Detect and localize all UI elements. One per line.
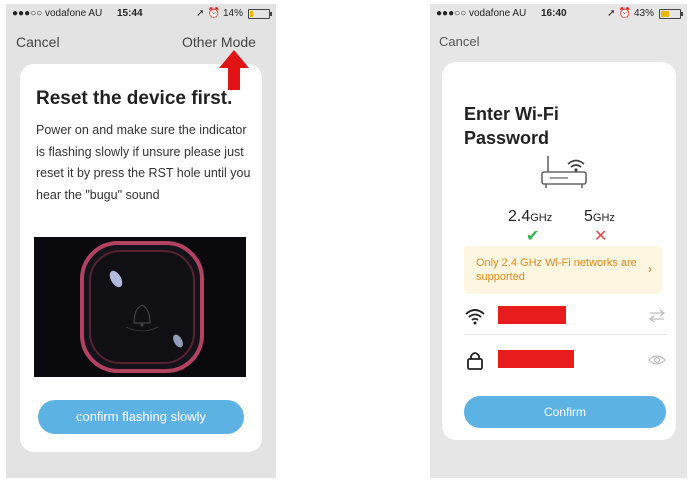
chevron-right-icon: ›: [648, 262, 652, 276]
reset-instructions-text: Power on and make sure the indicator is …: [36, 123, 251, 202]
band-2-4-unit: GHz: [530, 212, 553, 224]
left-phone-screen: ●●●○○ vodafone AU 15:44 ➚ ⏰ 14% Cancel O…: [6, 4, 276, 478]
status-time: 16:40: [541, 8, 567, 19]
other-mode-button[interactable]: Other Mode: [182, 34, 256, 50]
battery-icon: [248, 8, 272, 19]
status-time: 15:44: [117, 8, 143, 19]
wifi-ssid-row[interactable]: [464, 298, 666, 335]
band-5ghz-label: 5GHz: [584, 208, 615, 226]
wifi-password-card: Enter Wi-Fi Password 2.4GHz 5GHz ✔ ✕ Onl…: [442, 62, 676, 440]
eye-icon[interactable]: [648, 352, 666, 368]
alarm-icon: ⏰: [618, 8, 631, 19]
cancel-button[interactable]: Cancel: [16, 34, 60, 50]
lock-icon: [467, 352, 483, 370]
wifi-password-row[interactable]: [464, 342, 666, 378]
page-title: Enter Wi-Fi Password: [464, 104, 559, 148]
status-bar: ●●●○○ vodafone AU 16:40 ➚ ⏰ 43%: [430, 4, 687, 24]
location-icon: ➚: [196, 8, 205, 19]
right-phone-screen: ●●●○○ vodafone AU 16:40 ➚ ⏰ 43% Cancel E…: [430, 4, 687, 478]
swap-icon[interactable]: [648, 308, 666, 324]
password-redaction: [498, 350, 574, 368]
carrier-label: ●●●○○ vodafone AU: [12, 8, 103, 19]
cross-icon: ✕: [594, 228, 608, 245]
router-icon: [541, 156, 587, 188]
confirm-flashing-button[interactable]: confirm flashing slowly: [38, 400, 244, 434]
battery-icon: [659, 8, 683, 19]
battery-percent: 14%: [222, 8, 243, 19]
status-right: ➚ ⏰ 14%: [196, 8, 272, 19]
reset-instructions-card: Reset the device first. Power on and mak…: [20, 64, 262, 452]
band-5-value: 5: [584, 208, 593, 225]
band-2-4ghz-label: 2.4GHz: [508, 208, 552, 226]
battery-percent: 43%: [633, 8, 654, 19]
status-bar: ●●●○○ vodafone AU 15:44 ➚ ⏰ 14%: [6, 4, 276, 24]
check-icon: ✔: [526, 228, 540, 245]
band-notice-text: Only 2.4 GHz Wi-Fi networks are supporte…: [476, 257, 637, 283]
status-right: ➚ ⏰ 43%: [607, 8, 683, 19]
alarm-icon: ⏰: [207, 8, 220, 19]
wifi-icon: [465, 309, 485, 325]
device-photo: [34, 237, 246, 377]
carrier-label: ●●●○○ vodafone AU: [436, 8, 527, 19]
location-icon: ➚: [607, 8, 616, 19]
page-title: Reset the device first.: [36, 88, 233, 109]
band-5-unit: GHz: [592, 212, 615, 224]
confirm-button[interactable]: Confirm: [464, 396, 666, 428]
cancel-button[interactable]: Cancel: [439, 34, 479, 49]
red-arrow-icon: [219, 50, 249, 90]
band-notice[interactable]: Only 2.4 GHz Wi-Fi networks are supporte…: [464, 246, 662, 294]
band-2-4-value: 2.4: [508, 208, 531, 225]
ssid-redaction: [498, 306, 566, 324]
